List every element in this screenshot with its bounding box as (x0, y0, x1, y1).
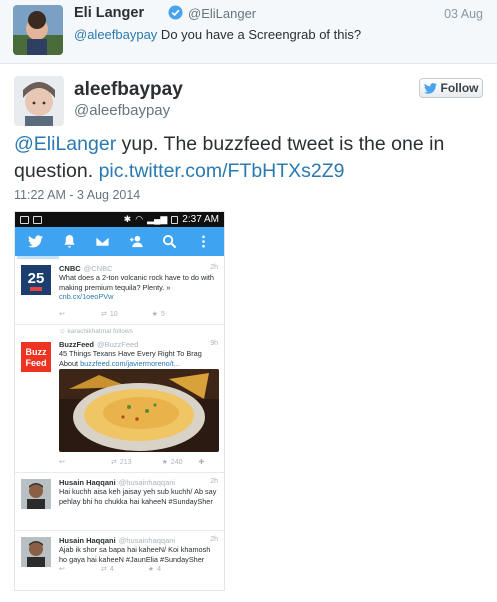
signal-icon: ▂▄▆ (147, 214, 168, 224)
notifications-bell-icon (61, 234, 77, 250)
phone-tweet-author: BuzzFeed @BuzzFeed (59, 340, 139, 349)
phone-tweet-haqqani-2: Husain Haqqani @husainhaqqani 2h Ajab ik … (15, 531, 224, 590)
context-author-handle[interactable]: @EliLanger (188, 6, 256, 21)
overflow-menu-icon (195, 234, 211, 250)
context-author-name[interactable]: Eli Langer (74, 5, 144, 21)
phone-tweet-author: CNBC @CNBC (59, 264, 113, 273)
favorite-star-icon: ★ (147, 566, 155, 573)
verified-badge-icon (168, 5, 183, 20)
context-tweet-date[interactable]: 03 Aug (444, 7, 483, 21)
wifi-icon: ◠ (135, 214, 144, 224)
retweet-icon: ⇄ (101, 566, 107, 573)
tweet-mention-link[interactable]: @EliLanger (14, 133, 116, 155)
home-bird-icon (28, 234, 44, 250)
context-tweet-text: @aleefbaypay Do you have a Screengrab of… (74, 27, 361, 42)
phone-tweet-time: 2h (210, 478, 218, 485)
camera-icon (33, 215, 42, 224)
phone-tweet-time: 2h (210, 264, 218, 271)
reply-icon: ↩ (59, 311, 65, 318)
phone-tweet-actions: ↩ ⇄ 10 ★ 5 (59, 310, 165, 319)
haqqani-avatar (21, 537, 51, 567)
haqqani-avatar (21, 479, 51, 509)
retweet-icon: ⇄ (111, 459, 117, 466)
retweet-icon: ⇄ (101, 311, 107, 318)
phone-tweet-author: Husain Haqqani @husainhaqqani (59, 536, 176, 545)
follow-label: Follow (440, 81, 479, 95)
svg-text:25: 25 (28, 270, 45, 287)
phone-clock: 2:37 AM (182, 214, 219, 225)
follows-context-line: ☺ karachikhatmal follows (59, 328, 133, 335)
phone-status-bar: ✱ ◠ ▂▄▆ 2:37 AM (15, 212, 224, 227)
queso-dish-photo (59, 369, 219, 452)
phone-tweet-actions: ↩ ⇄ 4 ★ 4 (59, 565, 161, 574)
aleefbaypay-avatar[interactable] (14, 76, 64, 126)
author-handle[interactable]: @aleefbaypay (74, 102, 170, 119)
twitter-bird-icon (423, 82, 437, 94)
reply-icon: ↩ (59, 566, 65, 573)
tweet-pic-link[interactable]: pic.twitter.com/FTbHTXs2Z9 (99, 160, 345, 182)
follow-button[interactable]: Follow (419, 78, 483, 98)
phone-tweet-buzzfeed: ☺ karachikhatmal follows Buzz Feed BuzzF… (15, 325, 224, 473)
phone-tweet-haqqani-1: Husain Haqqani @husainhaqqani 2h Hai kuch… (15, 473, 224, 531)
phone-tweet-text: 45 Things Texans Have Every Right To Bra… (59, 349, 202, 368)
reply-icon: ↩ (59, 459, 65, 466)
favorite-star-icon: ★ (151, 311, 158, 318)
phone-twitter-navbar (15, 227, 224, 256)
notification-icon (20, 215, 29, 224)
phone-tweet-time: 2h (210, 536, 218, 543)
phone-tweet-text: Hai kuchh aisa keh jaisay yeh sub kuchh/… (59, 487, 217, 506)
search-icon (162, 234, 178, 250)
eli-langer-avatar[interactable] (13, 5, 63, 55)
messages-envelope-icon (95, 234, 111, 250)
svg-text:Feed: Feed (25, 358, 46, 368)
context-mention-link[interactable]: @aleefbaypay (74, 27, 157, 42)
phone-tweet-text: What does a 2-ton volcanic rock have to … (59, 273, 214, 301)
tweet-text: @EliLanger yup. The buzzfeed tweet is th… (14, 131, 484, 185)
add-user-icon (128, 234, 144, 250)
context-tweet-body: Do you have a Screengrab of this? (157, 27, 362, 42)
tweet-timestamp[interactable]: 11:22 AM - 3 Aug 2014 (14, 188, 140, 202)
phone-tweet-author: Husain Haqqani @husainhaqqani (59, 478, 176, 487)
attached-screenshot-image[interactable]: ✱ ◠ ▂▄▆ 2:37 AM 25 CNBC @CNBC 2h What do… (14, 211, 225, 591)
follow-user-icon: ✚ (198, 459, 205, 466)
reply-context-tweet: Eli Langer @EliLanger 03 Aug @aleefbaypa… (0, 0, 497, 64)
bluetooth-icon: ✱ (123, 214, 132, 224)
battery-icon (171, 215, 179, 224)
author-name[interactable]: aleefbaypay (74, 79, 183, 101)
phone-tweet-actions: ↩ ⇄ 213 ★ 240 ✚ (59, 458, 205, 467)
phone-tweet-text: Ajab ik shor sa bapa hai kaheeN/ Koi kha… (59, 545, 211, 564)
phone-tweet-time: 9h (210, 340, 218, 347)
buzzfeed-avatar: Buzz Feed (21, 342, 51, 372)
svg-text:Buzz: Buzz (26, 347, 47, 357)
cnbc-avatar: 25 (21, 265, 51, 295)
favorite-star-icon: ★ (161, 459, 168, 466)
phone-tweet-cnbc: 25 CNBC @CNBC 2h What does a 2-ton volcan… (15, 259, 224, 325)
